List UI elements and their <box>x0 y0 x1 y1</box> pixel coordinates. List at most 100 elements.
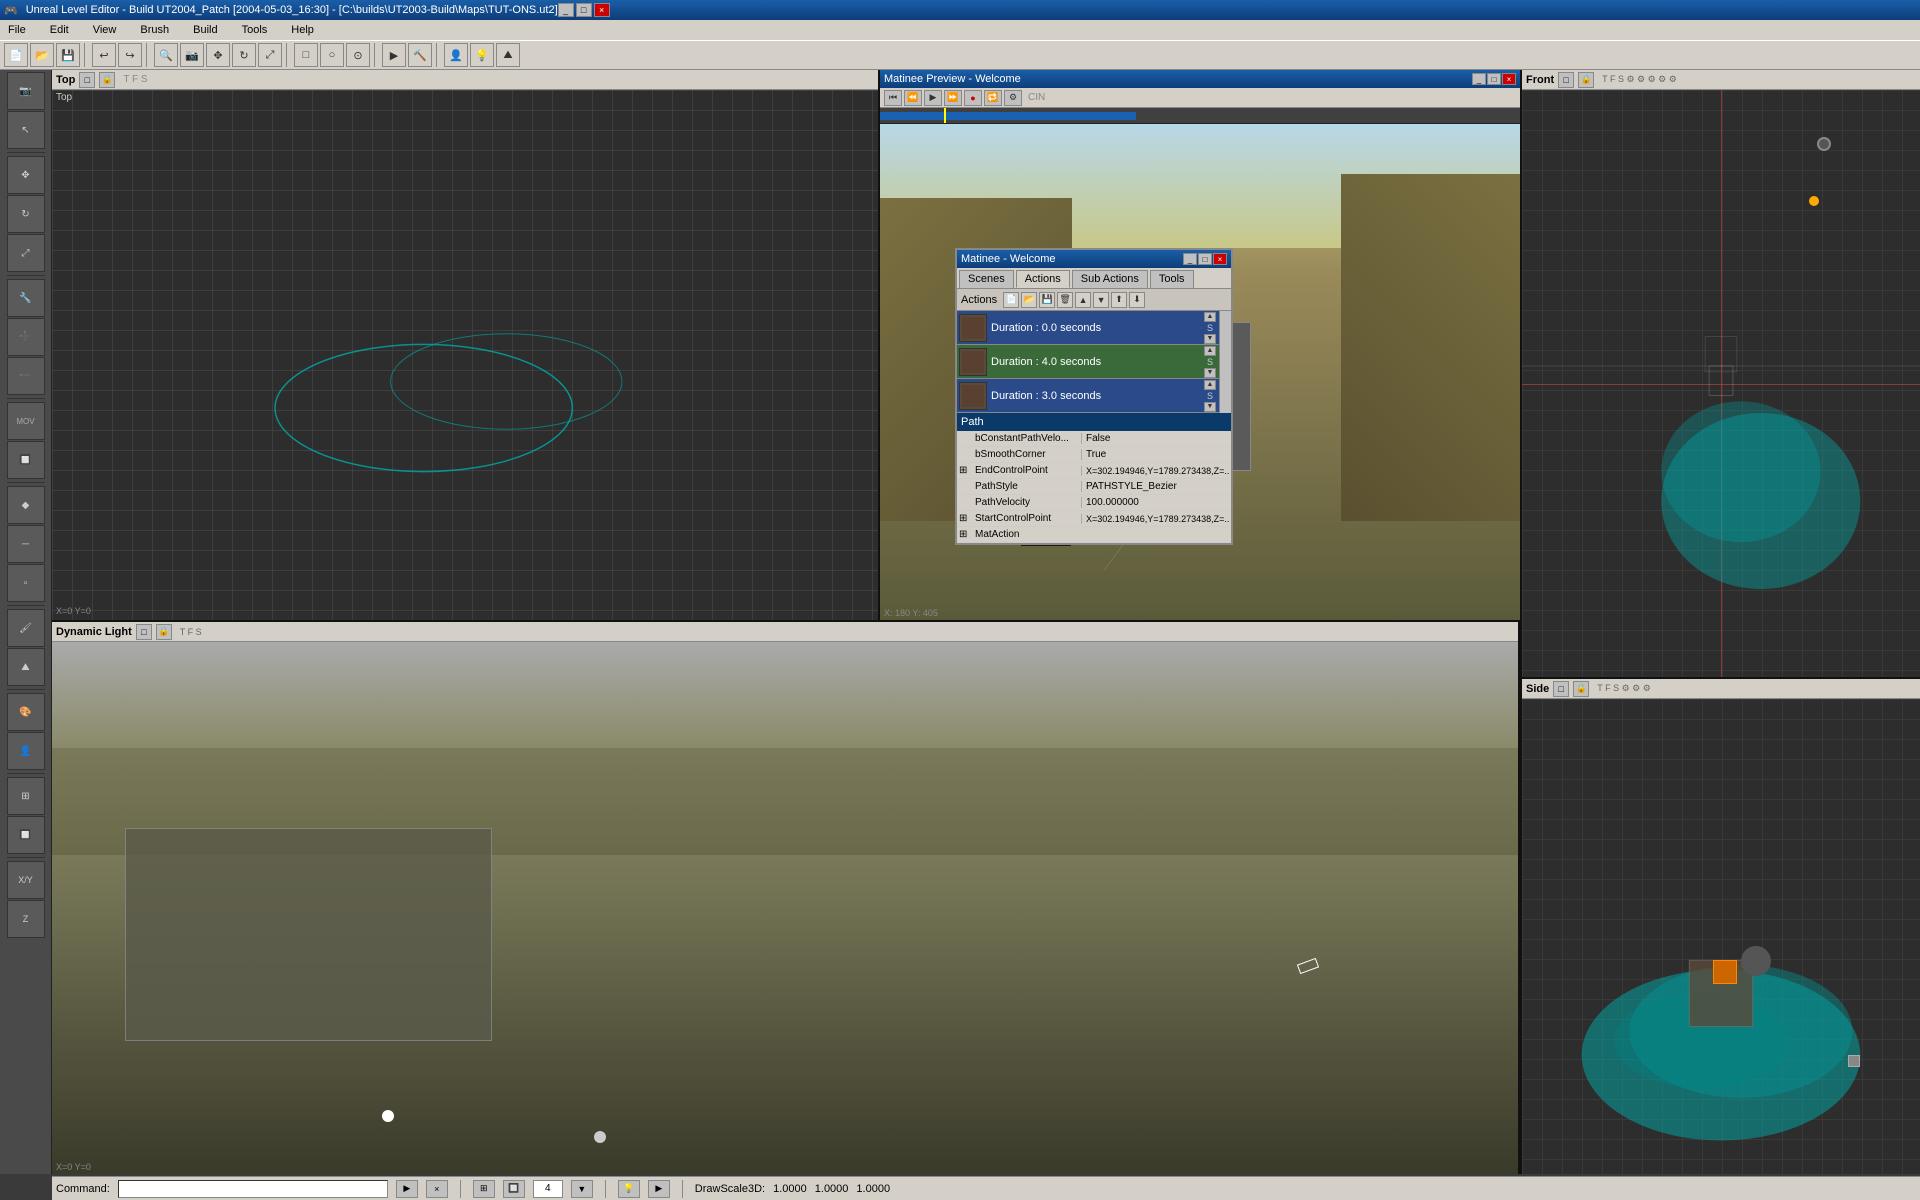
viewport-top-content[interactable]: Top X=0 Y=0 <box>52 90 878 620</box>
matinee-dialog-titlebar[interactable]: Matinee - Welcome _ □ × <box>957 250 1231 268</box>
lp-z[interactable]: Z <box>7 900 45 938</box>
menu-brush[interactable]: Brush <box>136 22 173 38</box>
menu-file[interactable]: File <box>4 22 30 38</box>
matinee-win-minimize[interactable]: _ <box>1472 73 1486 85</box>
matinee-dialog-minimize[interactable]: _ <box>1183 253 1197 265</box>
act-save[interactable]: 💾 <box>1039 292 1055 308</box>
tab-tools[interactable]: Tools <box>1150 270 1194 288</box>
side-view-content[interactable] <box>1522 699 1920 1174</box>
prop-row-1[interactable]: bConstantPathVelo... False <box>957 431 1231 447</box>
lp-move[interactable]: ✥ <box>7 156 45 194</box>
maximize-button[interactable]: □ <box>576 3 592 17</box>
lp-rotate[interactable]: ↻ <box>7 195 45 233</box>
tb-search[interactable]: 🔍 <box>154 43 178 67</box>
tb-redo[interactable]: ↪ <box>118 43 142 67</box>
menu-tools[interactable]: Tools <box>238 22 272 38</box>
viewport-dl-lock[interactable]: 🔒 <box>156 624 172 640</box>
lp-materials[interactable]: 🎨 <box>7 693 45 731</box>
side-lock[interactable]: 🔒 <box>1573 681 1589 697</box>
front-lock[interactable]: 🔒 <box>1578 72 1594 88</box>
lp-brush[interactable]: 🔧 <box>7 279 45 317</box>
tb-build[interactable]: 🔨 <box>408 43 432 67</box>
menu-edit[interactable]: Edit <box>46 22 73 38</box>
matinee-dialog-maximize[interactable]: □ <box>1198 253 1212 265</box>
mat-prev[interactable]: ⏪ <box>904 90 922 106</box>
menu-help[interactable]: Help <box>287 22 318 38</box>
action-scroll-1-down[interactable]: ▼ <box>1204 334 1216 344</box>
tb-brush-cylinder[interactable]: ⊙ <box>346 43 370 67</box>
tb-actor[interactable]: 👤 <box>444 43 468 67</box>
prop-row-4[interactable]: PathStyle PATHSTYLE_Bezier <box>957 479 1231 495</box>
lp-camera[interactable]: 📷 <box>7 72 45 110</box>
action-scroll-1-up[interactable]: ▲ <box>1204 312 1216 322</box>
lp-select[interactable]: ↖ <box>7 111 45 149</box>
lp-terrain-edit[interactable]: ⛰ <box>7 648 45 686</box>
mat-timeline[interactable] <box>880 108 1520 124</box>
tb-undo[interactable]: ↩ <box>92 43 116 67</box>
action-item-1[interactable]: Duration : 0.0 seconds ▲ S ▼ <box>957 311 1219 345</box>
lp-xy[interactable]: X/Y <box>7 861 45 899</box>
front-maximize[interactable]: □ <box>1558 72 1574 88</box>
menu-build[interactable]: Build <box>189 22 221 38</box>
action-scroll-3-down[interactable]: ▼ <box>1204 402 1216 412</box>
viewport-top-lock[interactable]: 🔒 <box>99 72 115 88</box>
cmd-play[interactable]: ▶ <box>648 1180 670 1198</box>
tb-play[interactable]: ▶ <box>382 43 406 67</box>
lp-paint[interactable]: 🖌 <box>7 609 45 647</box>
act-new[interactable]: 📄 <box>1003 292 1019 308</box>
act-open[interactable]: 📂 <box>1021 292 1037 308</box>
menu-view[interactable]: View <box>89 22 121 38</box>
matinee-dialog-close[interactable]: × <box>1213 253 1227 265</box>
tb-light[interactable]: 💡 <box>470 43 494 67</box>
mat-next[interactable]: ⏩ <box>944 90 962 106</box>
matinee-win-close[interactable]: × <box>1502 73 1516 85</box>
action-item-3[interactable]: Duration : 3.0 seconds ▲ S ▼ <box>957 379 1219 413</box>
tb-open[interactable]: 📂 <box>30 43 54 67</box>
act-delete[interactable]: 🗑 <box>1057 292 1073 308</box>
cmd-grid[interactable]: ⊞ <box>473 1180 495 1198</box>
action-scroll-2-down[interactable]: ▼ <box>1204 368 1216 378</box>
lp-actors[interactable]: 👤 <box>7 732 45 770</box>
tb-camera[interactable]: 📷 <box>180 43 204 67</box>
tab-subactions[interactable]: Sub Actions <box>1072 270 1148 288</box>
action-item-2[interactable]: Duration : 4.0 seconds ▲ S ▼ <box>957 345 1219 379</box>
prop-row-2[interactable]: bSmoothCorner True <box>957 447 1231 463</box>
action-scroll-3-up[interactable]: ▲ <box>1204 380 1216 390</box>
close-button[interactable]: × <box>594 3 610 17</box>
act-import[interactable]: ⬆ <box>1111 292 1127 308</box>
front-view-content[interactable] <box>1522 90 1920 677</box>
tab-actions[interactable]: Actions <box>1016 270 1070 288</box>
mat-play[interactable]: ▶ <box>924 90 942 106</box>
mat-record[interactable]: ● <box>964 90 982 106</box>
lp-face[interactable]: ▫ <box>7 564 45 602</box>
tb-rotate[interactable]: ↻ <box>232 43 256 67</box>
side-maximize[interactable]: □ <box>1553 681 1569 697</box>
matinee-win-maximize[interactable]: □ <box>1487 73 1501 85</box>
tab-scenes[interactable]: Scenes <box>959 270 1014 288</box>
lp-edge[interactable]: ─ <box>7 525 45 563</box>
tb-move[interactable]: ✥ <box>206 43 230 67</box>
prop-row-6[interactable]: ⊞ StartControlPoint X=302.194946,Y=1789.… <box>957 511 1231 527</box>
mat-settings[interactable]: ⚙ <box>1004 90 1022 106</box>
cmd-grid-size[interactable]: 4 <box>533 1180 563 1198</box>
cmd-grid-down[interactable]: ▼ <box>571 1180 593 1198</box>
lp-scale[interactable]: ⤢ <box>7 234 45 272</box>
cmd-clear[interactable]: × <box>426 1180 448 1198</box>
lp-snap-toggle[interactable]: 🔲 <box>7 816 45 854</box>
viewport-dl-maximize[interactable]: □ <box>136 624 152 640</box>
lp-grid[interactable]: ⊞ <box>7 777 45 815</box>
cmd-snap[interactable]: 🔲 <box>503 1180 525 1198</box>
prop-row-3[interactable]: ⊞ EndControlPoint X=302.194946,Y=1789.27… <box>957 463 1231 479</box>
tb-new[interactable]: 📄 <box>4 43 28 67</box>
act-export[interactable]: ⬇ <box>1129 292 1145 308</box>
command-input[interactable] <box>118 1180 388 1198</box>
viewport-top-maximize[interactable]: □ <box>79 72 95 88</box>
prop-row-7[interactable]: ⊞ MatAction <box>957 527 1231 543</box>
lp-csg-add[interactable]: ➕ <box>7 318 45 356</box>
lp-snap[interactable]: 🔲 <box>7 441 45 479</box>
mat-loop[interactable]: 🔁 <box>984 90 1002 106</box>
minimize-button[interactable]: _ <box>558 3 574 17</box>
cmd-lighting[interactable]: 💡 <box>618 1180 640 1198</box>
act-down[interactable]: ▼ <box>1093 292 1109 308</box>
tb-brush-sphere[interactable]: ○ <box>320 43 344 67</box>
